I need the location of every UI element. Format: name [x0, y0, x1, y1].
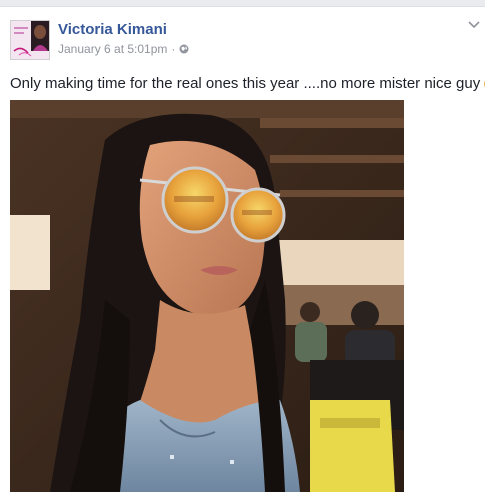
post-card: Victoria Kimani January 6 at 5:01pm · On…	[0, 6, 485, 495]
meta-separator: ·	[171, 42, 176, 56]
globe-icon[interactable]	[179, 44, 189, 54]
avatar[interactable]	[10, 20, 50, 60]
author-name[interactable]: Victoria Kimani	[58, 21, 167, 38]
post-meta: January 6 at 5:01pm ·	[58, 42, 189, 56]
chevron-down-icon[interactable]	[468, 21, 480, 29]
avatar-image	[11, 21, 49, 59]
photo-image	[10, 100, 404, 492]
post-message: Only making time for the real ones this …	[10, 75, 485, 92]
post-message-text: Only making time for the real ones this …	[10, 75, 481, 92]
post-timestamp[interactable]: January 6 at 5:01pm	[58, 42, 167, 56]
post-photo[interactable]	[10, 100, 404, 492]
